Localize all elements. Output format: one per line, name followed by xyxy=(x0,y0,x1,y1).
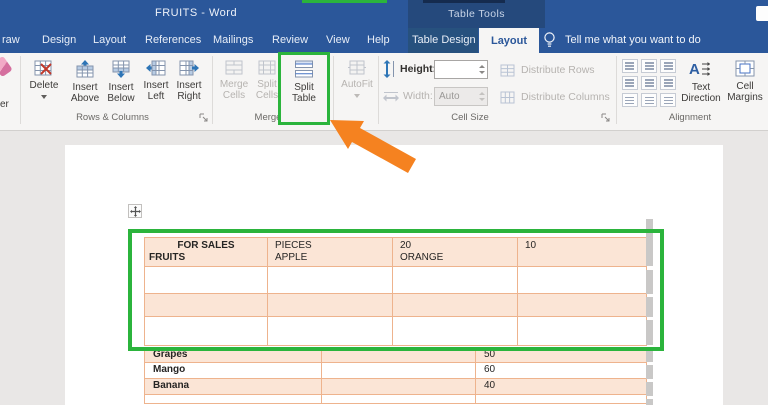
titlebar-dark-fragment xyxy=(423,0,505,3)
distribute-rows-button: Distribute Rows xyxy=(500,60,595,80)
distribute-columns-icon xyxy=(500,91,515,103)
merge-cells-icon xyxy=(225,60,243,75)
text-direction-button[interactable]: A Text Direction xyxy=(681,57,721,119)
document-title: FRUITS - Word xyxy=(155,7,238,19)
align-top-left-button[interactable] xyxy=(622,59,638,73)
insert-right-button[interactable]: Insert Right xyxy=(171,57,207,119)
align-top-right-button[interactable] xyxy=(660,59,676,73)
align-bottom-left-button[interactable] xyxy=(622,93,638,107)
word-window: Table Tools FRUITS - Word raw Design Lay… xyxy=(0,0,768,405)
lower-table[interactable]: Grapes 50 Mango 60 Banana 40 xyxy=(144,348,647,404)
tab-draw[interactable]: raw xyxy=(2,34,20,46)
svg-text:A: A xyxy=(689,61,700,78)
table-tools-label: Table Tools xyxy=(448,8,505,20)
group-label-alignment: Alignment xyxy=(668,112,712,123)
table-cell[interactable] xyxy=(322,395,476,403)
cell-size-dialog-launcher[interactable] xyxy=(601,113,611,123)
width-spinner xyxy=(476,87,487,106)
height-label: Height: xyxy=(400,63,437,75)
table-row-banana[interactable]: Banana 40 xyxy=(145,379,646,395)
insert-below-button[interactable]: Insert Below xyxy=(103,57,139,119)
merge-cells-button: Merge Cells xyxy=(216,57,252,119)
ribbon-tab-row: raw Design Layout References Mailings Re… xyxy=(0,28,768,54)
tab-layout[interactable]: Layout xyxy=(93,34,126,46)
group-label-rows-columns: Rows & Columns xyxy=(76,112,149,123)
tab-table-design[interactable]: Table Design xyxy=(412,34,476,46)
insert-left-icon xyxy=(146,60,166,76)
group-separator xyxy=(616,56,617,124)
tab-mailings[interactable]: Mailings xyxy=(213,34,253,46)
cell-margins-icon xyxy=(735,60,755,77)
insert-below-icon xyxy=(112,60,130,78)
delete-table-icon xyxy=(34,60,52,76)
insert-above-icon xyxy=(76,60,94,78)
table-cell[interactable] xyxy=(322,379,476,394)
contextual-tab-header: Table Tools xyxy=(408,0,545,28)
text-direction-icon: A xyxy=(689,61,710,78)
insert-right-icon xyxy=(179,60,199,76)
align-center-right-button[interactable] xyxy=(660,76,676,90)
table-move-handle[interactable] xyxy=(128,204,142,218)
delete-button[interactable]: Delete xyxy=(25,57,63,119)
cropped-button-fragment[interactable] xyxy=(756,6,768,21)
autofit-dropdown-chevron xyxy=(354,94,360,98)
tab-references[interactable]: References xyxy=(145,34,201,46)
fruit-name-cell[interactable]: Banana xyxy=(145,379,322,394)
annotation-fragment-top xyxy=(302,0,387,3)
insert-left-button[interactable]: Insert Left xyxy=(139,57,173,119)
cell-alignment-grid xyxy=(622,59,678,111)
align-bottom-right-button[interactable] xyxy=(660,93,676,107)
table-highlight-box xyxy=(128,229,664,351)
table-cell[interactable] xyxy=(145,395,322,403)
column-width-control: Width: xyxy=(383,86,433,106)
autofit-icon xyxy=(348,60,366,75)
table-cell[interactable] xyxy=(322,363,476,378)
row-height-control: Height: xyxy=(383,59,436,79)
fruit-name-cell[interactable]: Mango xyxy=(145,363,322,378)
tab-help[interactable]: Help xyxy=(367,34,390,46)
lightbulb-icon xyxy=(544,32,555,47)
quantity-cell[interactable]: 40 xyxy=(476,379,646,394)
rows-columns-dialog-launcher[interactable] xyxy=(199,113,209,123)
eraser-icon[interactable] xyxy=(0,55,13,78)
delete-dropdown-chevron[interactable] xyxy=(41,95,47,99)
column-width-icon xyxy=(383,92,399,102)
align-center-button[interactable] xyxy=(641,76,657,90)
tab-review[interactable]: Review xyxy=(272,34,308,46)
title-bar: Table Tools FRUITS - Word xyxy=(0,0,768,28)
group-separator xyxy=(333,56,334,124)
ribbon: er Delete Insert Above Insert Below Inse… xyxy=(0,53,768,131)
align-top-center-button[interactable] xyxy=(641,59,657,73)
split-table-highlight-box xyxy=(278,52,330,125)
table-empty-row[interactable] xyxy=(145,395,646,403)
width-label: Width: xyxy=(403,90,433,102)
tab-view[interactable]: View xyxy=(326,34,350,46)
table-row-mango[interactable]: Mango 60 xyxy=(145,363,646,379)
tell-me-box[interactable]: Tell me what you want to do xyxy=(543,31,701,49)
eraser-label-partial: er xyxy=(0,99,9,110)
group-separator xyxy=(20,56,21,124)
split-cells-icon xyxy=(258,60,276,75)
tell-me-label: Tell me what you want to do xyxy=(565,34,701,46)
table-cell[interactable] xyxy=(476,395,646,403)
align-bottom-center-button[interactable] xyxy=(641,93,657,107)
align-center-left-button[interactable] xyxy=(622,76,638,90)
insert-above-button[interactable]: Insert Above xyxy=(67,57,103,119)
distribute-rows-icon xyxy=(500,64,515,76)
row-height-icon xyxy=(383,60,394,78)
height-spinner[interactable] xyxy=(476,60,487,79)
quantity-cell[interactable]: 60 xyxy=(476,363,646,378)
tab-table-layout-selected[interactable]: Layout xyxy=(479,28,539,54)
group-separator xyxy=(378,56,379,124)
cell-margins-button[interactable]: Cell Margins xyxy=(725,57,765,119)
autofit-button: AutoFit xyxy=(338,57,376,119)
tab-design[interactable]: Design xyxy=(42,34,76,46)
move-cross-icon xyxy=(129,205,141,217)
group-label-cell-size: Cell Size xyxy=(451,112,489,123)
distribute-columns-button: Distribute Columns xyxy=(500,87,610,107)
group-separator xyxy=(212,56,213,124)
